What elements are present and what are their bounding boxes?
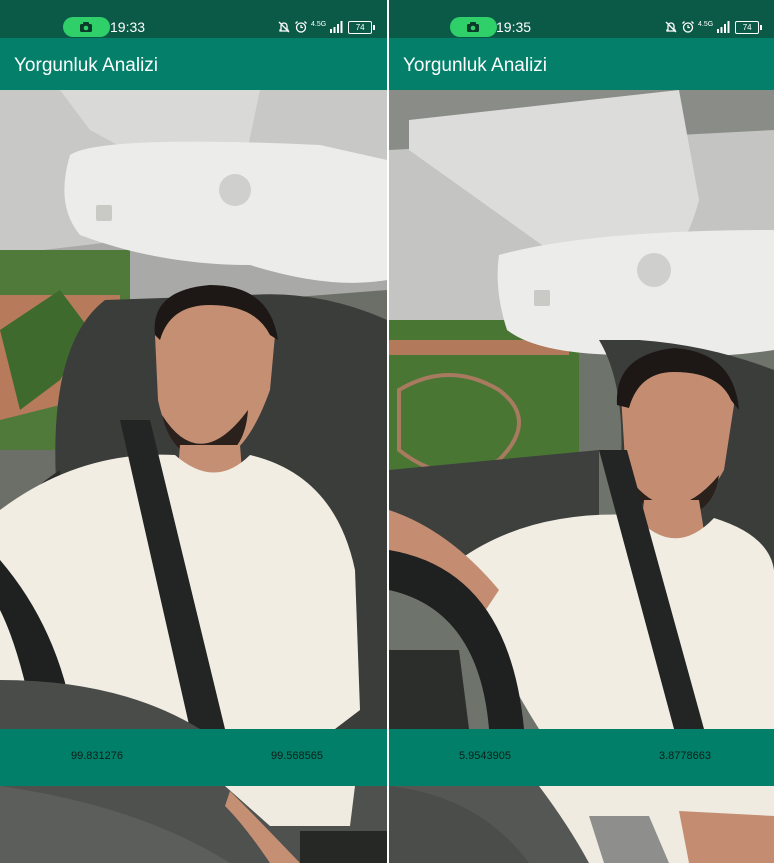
camera-icon (467, 22, 479, 32)
network-type: 4.5G (698, 20, 714, 28)
result-bar: 5.9543905 3.8778663 (389, 729, 774, 786)
battery-icon: 74 (735, 20, 763, 34)
camera-frame-image-bottom (0, 786, 387, 863)
phone-screen-left: 19:33 4.5G 74 Yorgunluk Analizi 99.83127… (0, 0, 387, 863)
camera-icon (80, 22, 92, 32)
system-icons: 4.5G 74 (277, 18, 376, 36)
score-value-1: 99.831276 (71, 750, 123, 762)
result-bar: 99.831276 99.568565 (0, 729, 387, 786)
mute-icon (665, 21, 677, 33)
mute-icon (278, 21, 290, 33)
camera-indicator[interactable] (63, 17, 110, 37)
alarm-icon (682, 21, 694, 33)
score-value-2: 3.8778663 (659, 750, 711, 762)
alarm-icon (295, 21, 307, 33)
battery-icon: 74 (348, 20, 376, 34)
network-type: 4.5G (311, 20, 327, 28)
camera-frame-image (0, 90, 387, 729)
score-value-1: 5.9543905 (459, 750, 511, 762)
status-time: 19:35 (496, 19, 532, 35)
app-bar: Yorgunluk Analizi (0, 38, 387, 90)
app-title: Yorgunluk Analizi (403, 55, 548, 76)
phone-screen-right: 19:35 4.5G 74 Yorgunluk Analizi 5.954390… (389, 0, 774, 863)
status-bar: 19:35 4.5G 74 (389, 0, 774, 38)
score-value-2: 99.568565 (271, 750, 323, 762)
app-title: Yorgunluk Analizi (14, 55, 159, 76)
status-bar: 19:33 4.5G 74 (0, 0, 387, 38)
camera-preview-bottom (389, 786, 774, 863)
app-bar: Yorgunluk Analizi (389, 38, 774, 90)
camera-preview (389, 90, 774, 729)
camera-frame-image (389, 90, 774, 729)
status-time: 19:33 (110, 19, 146, 35)
system-icons: 4.5G 74 (664, 18, 763, 36)
signal-icon (717, 21, 730, 33)
signal-icon (330, 21, 343, 33)
camera-preview (0, 90, 387, 729)
camera-preview-bottom (0, 786, 387, 863)
camera-indicator[interactable] (450, 17, 497, 37)
camera-frame-image-bottom (389, 786, 774, 863)
